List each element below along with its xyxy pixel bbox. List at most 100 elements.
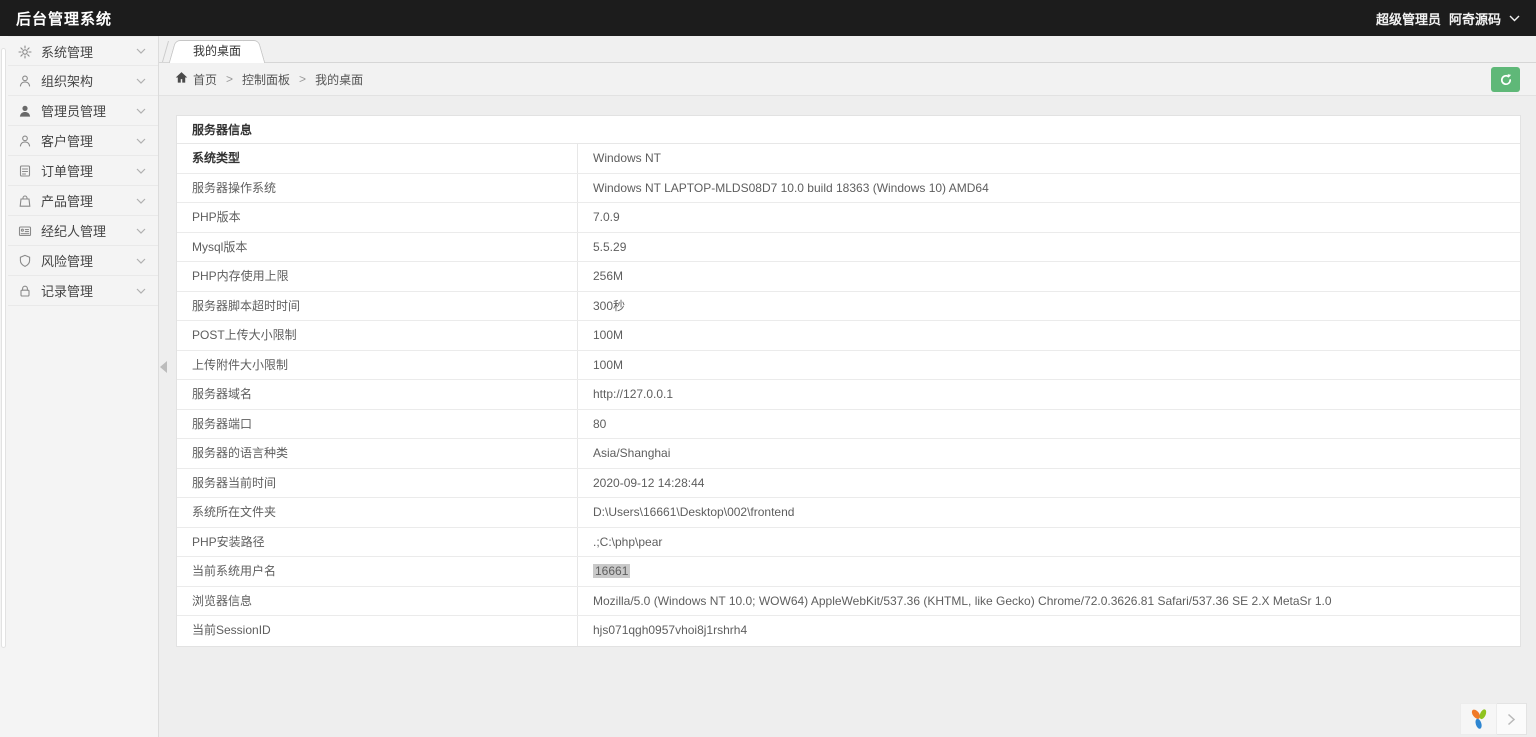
row-label: 服务器域名 bbox=[177, 380, 578, 409]
chevron-down-icon bbox=[136, 78, 146, 84]
sidebar-item-label: 记录管理 bbox=[41, 281, 136, 300]
table-row: PHP内存使用上限256M bbox=[177, 262, 1520, 292]
breadcrumb: 首页 > 控制面板 > 我的桌面 bbox=[159, 63, 1536, 96]
brand-logo-button[interactable] bbox=[1460, 703, 1497, 735]
user-role: 超级管理员 bbox=[1376, 9, 1441, 28]
sidebar-item-label: 产品管理 bbox=[41, 191, 136, 210]
sidebar-item-label: 订单管理 bbox=[41, 161, 136, 180]
refresh-button[interactable] bbox=[1491, 67, 1520, 92]
row-value: http://127.0.0.1 bbox=[578, 380, 1520, 409]
tab-strip: 我的桌面 bbox=[159, 36, 1536, 63]
sidebar-item-5[interactable]: 订单管理 bbox=[8, 156, 158, 186]
row-value: 2020-09-12 14:28:44 bbox=[578, 469, 1520, 498]
row-value: Mozilla/5.0 (Windows NT 10.0; WOW64) App… bbox=[578, 587, 1520, 616]
table-row: 当前SessionIDhjs071qgh0957vhoi8j1rshrh4 bbox=[177, 616, 1520, 646]
sidebar-item-label: 管理员管理 bbox=[41, 101, 136, 120]
breadcrumb-home[interactable]: 首页 bbox=[193, 71, 217, 88]
row-value: 16661 bbox=[578, 557, 1520, 586]
user-menu[interactable]: 超级管理员 阿奇源码 bbox=[1376, 9, 1520, 28]
chevron-down-icon bbox=[136, 48, 146, 54]
sidebar-item-label: 客户管理 bbox=[41, 131, 136, 150]
table-row: 服务器脚本超时时间300秒 bbox=[177, 292, 1520, 322]
row-label: 服务器的语言种类 bbox=[177, 439, 578, 468]
brand-logo-icon bbox=[1466, 706, 1492, 732]
table-row: POST上传大小限制100M bbox=[177, 321, 1520, 351]
highlighted-value: 16661 bbox=[593, 564, 630, 578]
sidebar-item-label: 系统管理 bbox=[41, 42, 136, 61]
row-value: 80 bbox=[578, 410, 1520, 439]
row-value: 100M bbox=[578, 321, 1520, 350]
table-row: 服务器域名http://127.0.0.1 bbox=[177, 380, 1520, 410]
table-row: 系统类型Windows NT bbox=[177, 144, 1520, 174]
chevron-down-icon bbox=[136, 228, 146, 234]
chevron-down-icon bbox=[136, 108, 146, 114]
row-label: 系统类型 bbox=[177, 144, 578, 173]
sidebar-item-3[interactable]: 管理员管理 bbox=[8, 96, 158, 126]
row-label: POST上传大小限制 bbox=[177, 321, 578, 350]
order-list-icon bbox=[18, 163, 33, 178]
row-value: D:\Users\16661\Desktop\002\frontend bbox=[578, 498, 1520, 527]
row-label: Mysql版本 bbox=[177, 233, 578, 262]
chevron-down-icon bbox=[136, 198, 146, 204]
row-value: 256M bbox=[578, 262, 1520, 291]
row-label: 服务器脚本超时时间 bbox=[177, 292, 578, 321]
row-value: Windows NT LAPTOP-MLDS08D7 10.0 build 18… bbox=[578, 174, 1520, 203]
chevron-down-icon bbox=[136, 168, 146, 174]
row-value: .;C:\php\pear bbox=[578, 528, 1520, 557]
sidebar-menu: 系统管理组织架构管理员管理客户管理订单管理产品管理经纪人管理风险管理记录管理 bbox=[8, 36, 158, 306]
sidebar-item-6[interactable]: 产品管理 bbox=[8, 186, 158, 216]
org-user-icon bbox=[18, 73, 33, 88]
row-label: 服务器操作系统 bbox=[177, 174, 578, 203]
chevron-down-icon bbox=[1509, 15, 1520, 22]
breadcrumb-separator: > bbox=[299, 72, 306, 86]
sidebar-item-4[interactable]: 客户管理 bbox=[8, 126, 158, 156]
chevron-down-icon bbox=[136, 288, 146, 294]
server-info-title: 服务器信息 bbox=[177, 116, 1520, 144]
table-row: Mysql版本5.5.29 bbox=[177, 233, 1520, 263]
table-row: 上传附件大小限制100M bbox=[177, 351, 1520, 381]
sidebar-item-7[interactable]: 经纪人管理 bbox=[8, 216, 158, 246]
chevron-down-icon bbox=[136, 138, 146, 144]
table-row: 服务器当前时间2020-09-12 14:28:44 bbox=[177, 469, 1520, 499]
bottom-right-widgets bbox=[1460, 703, 1527, 735]
server-info-panel: 服务器信息 系统类型Windows NT服务器操作系统Windows NT LA… bbox=[176, 115, 1521, 647]
sidebar-item-1[interactable]: 系统管理 bbox=[8, 36, 158, 66]
table-row: 系统所在文件夹D:\Users\16661\Desktop\002\fronte… bbox=[177, 498, 1520, 528]
sidebar-item-8[interactable]: 风险管理 bbox=[8, 246, 158, 276]
next-page-button[interactable] bbox=[1497, 703, 1527, 735]
table-row: PHP安装路径.;C:\php\pear bbox=[177, 528, 1520, 558]
sidebar-item-2[interactable]: 组织架构 bbox=[8, 66, 158, 96]
sidebar: 系统管理组织架构管理员管理客户管理订单管理产品管理经纪人管理风险管理记录管理 bbox=[0, 36, 159, 737]
breadcrumb-separator: > bbox=[226, 72, 233, 86]
record-lock-icon bbox=[18, 283, 33, 298]
row-label: PHP安装路径 bbox=[177, 528, 578, 557]
sidebar-scrollbar[interactable] bbox=[1, 48, 6, 648]
breadcrumb-control-panel[interactable]: 控制面板 bbox=[242, 71, 290, 88]
app-title: 后台管理系统 bbox=[16, 8, 112, 29]
tab-my-desktop[interactable]: 我的桌面 bbox=[177, 40, 257, 63]
user-name: 阿奇源码 bbox=[1449, 9, 1501, 28]
row-value: 5.5.29 bbox=[578, 233, 1520, 262]
row-label: 当前SessionID bbox=[177, 616, 578, 646]
customer-user-icon bbox=[18, 133, 33, 148]
risk-shield-icon bbox=[18, 253, 33, 268]
row-label: 浏览器信息 bbox=[177, 587, 578, 616]
chevron-right-icon bbox=[1507, 713, 1516, 726]
table-row: 服务器操作系统Windows NT LAPTOP-MLDS08D7 10.0 b… bbox=[177, 174, 1520, 204]
row-label: 服务器端口 bbox=[177, 410, 578, 439]
row-value: Asia/Shanghai bbox=[578, 439, 1520, 468]
row-value: 100M bbox=[578, 351, 1520, 380]
row-label: PHP版本 bbox=[177, 203, 578, 232]
table-row: 当前系统用户名16661 bbox=[177, 557, 1520, 587]
table-row: 浏览器信息Mozilla/5.0 (Windows NT 10.0; WOW64… bbox=[177, 587, 1520, 617]
sidebar-item-9[interactable]: 记录管理 bbox=[8, 276, 158, 306]
table-row: 服务器的语言种类Asia/Shanghai bbox=[177, 439, 1520, 469]
sidebar-item-label: 经纪人管理 bbox=[41, 221, 136, 240]
tab-label: 我的桌面 bbox=[193, 44, 241, 58]
breadcrumb-current: 我的桌面 bbox=[315, 71, 363, 88]
sidebar-item-label: 组织架构 bbox=[41, 71, 136, 90]
top-bar: 后台管理系统 超级管理员 阿奇源码 bbox=[0, 0, 1536, 36]
product-bag-icon bbox=[18, 193, 33, 208]
table-row: PHP版本7.0.9 bbox=[177, 203, 1520, 233]
home-icon bbox=[175, 71, 188, 87]
